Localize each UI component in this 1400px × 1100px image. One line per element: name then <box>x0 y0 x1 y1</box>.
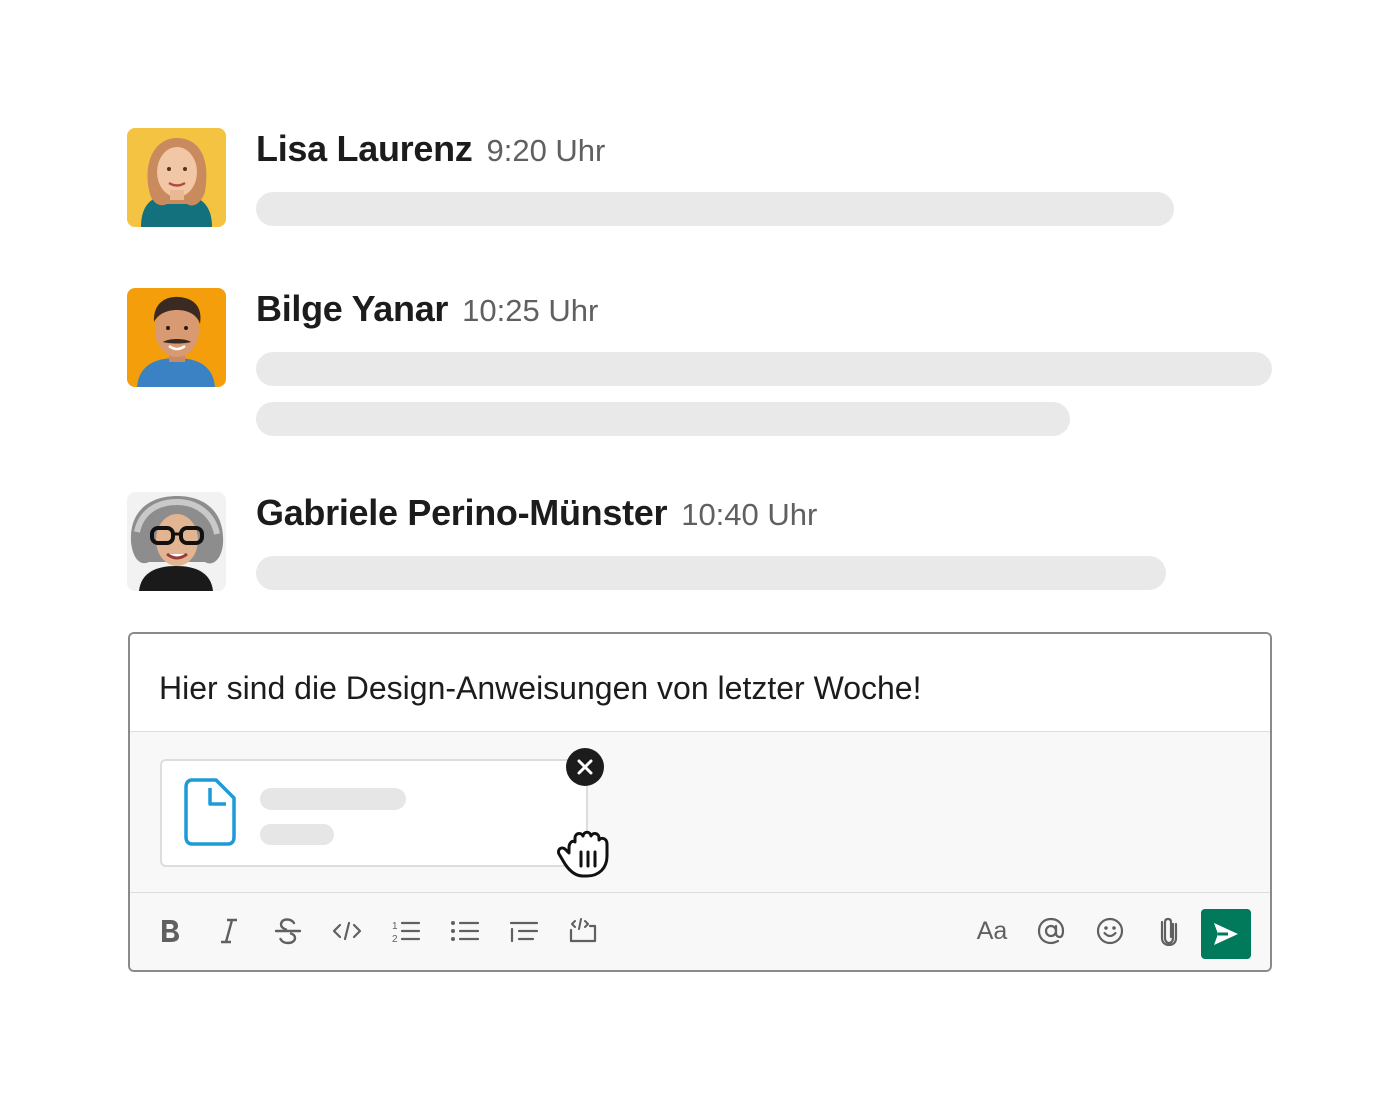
bulleted-list-icon <box>451 921 480 941</box>
emoji-button[interactable] <box>1088 909 1132 953</box>
italic-button[interactable] <box>207 909 251 953</box>
message-header: Gabriele Perino-Münster 10:40 Uhr <box>256 492 817 534</box>
message-input-text[interactable]: Hier sind die Design-Anweisungen von let… <box>159 670 921 707</box>
timestamp[interactable]: 10:40 Uhr <box>681 497 817 532</box>
avatar-bilge-image <box>127 288 226 387</box>
author-name[interactable]: Gabriele Perino-Münster <box>256 492 668 533</box>
remove-attachment-button[interactable] <box>566 748 604 786</box>
svg-text:2: 2 <box>392 934 398 944</box>
message-lisa: Lisa Laurenz 9:20 Uhr <box>127 128 1277 238</box>
avatar[interactable] <box>127 492 226 591</box>
close-icon <box>577 759 593 775</box>
avatar[interactable] <box>127 288 226 387</box>
author-name[interactable]: Lisa Laurenz <box>256 128 473 169</box>
emoji-icon <box>1096 917 1124 945</box>
numbered-list-icon: 1 2 <box>392 921 421 944</box>
strikethrough-icon <box>274 918 302 945</box>
message-text-placeholder <box>256 352 1272 386</box>
timestamp[interactable]: 9:20 Uhr <box>486 133 605 168</box>
quote-button[interactable] <box>502 909 546 953</box>
at-mention-icon <box>1037 917 1065 945</box>
code-button[interactable] <box>325 909 369 953</box>
code-block-icon <box>569 918 597 943</box>
grab-cursor-icon <box>557 830 609 878</box>
message-composer: Hier sind die Design-Anweisungen von let… <box>128 632 1272 972</box>
code-icon <box>332 921 362 941</box>
file-icon <box>184 778 236 846</box>
message-gabriele: Gabriele Perino-Münster 10:40 Uhr <box>127 492 1277 592</box>
message-bilge: Bilge Yanar 10:25 Uhr <box>127 288 1277 438</box>
attachments-area <box>130 732 1270 893</box>
paperclip-icon <box>1160 917 1178 946</box>
bold-icon <box>162 920 179 942</box>
svg-text:1: 1 <box>392 921 398 932</box>
message-header: Lisa Laurenz 9:20 Uhr <box>256 128 605 170</box>
message-input[interactable]: Hier sind die Design-Anweisungen von let… <box>130 634 1270 732</box>
formatting-toolbar: 1 2 Aa <box>130 893 1270 970</box>
attach-button[interactable] <box>1147 909 1191 953</box>
send-icon <box>1214 923 1238 945</box>
bulleted-list-button[interactable] <box>443 909 487 953</box>
file-type-placeholder <box>260 824 334 845</box>
avatar-gabriele-image <box>127 492 226 591</box>
message-text-placeholder <box>256 402 1070 436</box>
formatting-toggle-label: Aa <box>976 916 1008 945</box>
file-name-placeholder <box>260 788 406 810</box>
formatting-toggle-button[interactable]: Aa <box>970 909 1014 953</box>
message-text-placeholder <box>256 192 1174 226</box>
mention-button[interactable] <box>1029 909 1073 953</box>
code-block-button[interactable] <box>561 909 605 953</box>
bold-button[interactable] <box>148 909 192 953</box>
message-text-placeholder <box>256 556 1166 590</box>
avatar[interactable] <box>127 128 226 227</box>
quote-icon <box>509 921 539 943</box>
numbered-list-button[interactable]: 1 2 <box>384 909 428 953</box>
message-header: Bilge Yanar 10:25 Uhr <box>256 288 598 330</box>
file-attachment[interactable] <box>160 759 588 867</box>
strikethrough-button[interactable] <box>266 909 310 953</box>
send-button[interactable] <box>1201 909 1251 959</box>
italic-icon <box>221 918 237 944</box>
avatar-lisa-image <box>127 128 226 227</box>
author-name[interactable]: Bilge Yanar <box>256 288 448 329</box>
timestamp[interactable]: 10:25 Uhr <box>462 293 598 328</box>
